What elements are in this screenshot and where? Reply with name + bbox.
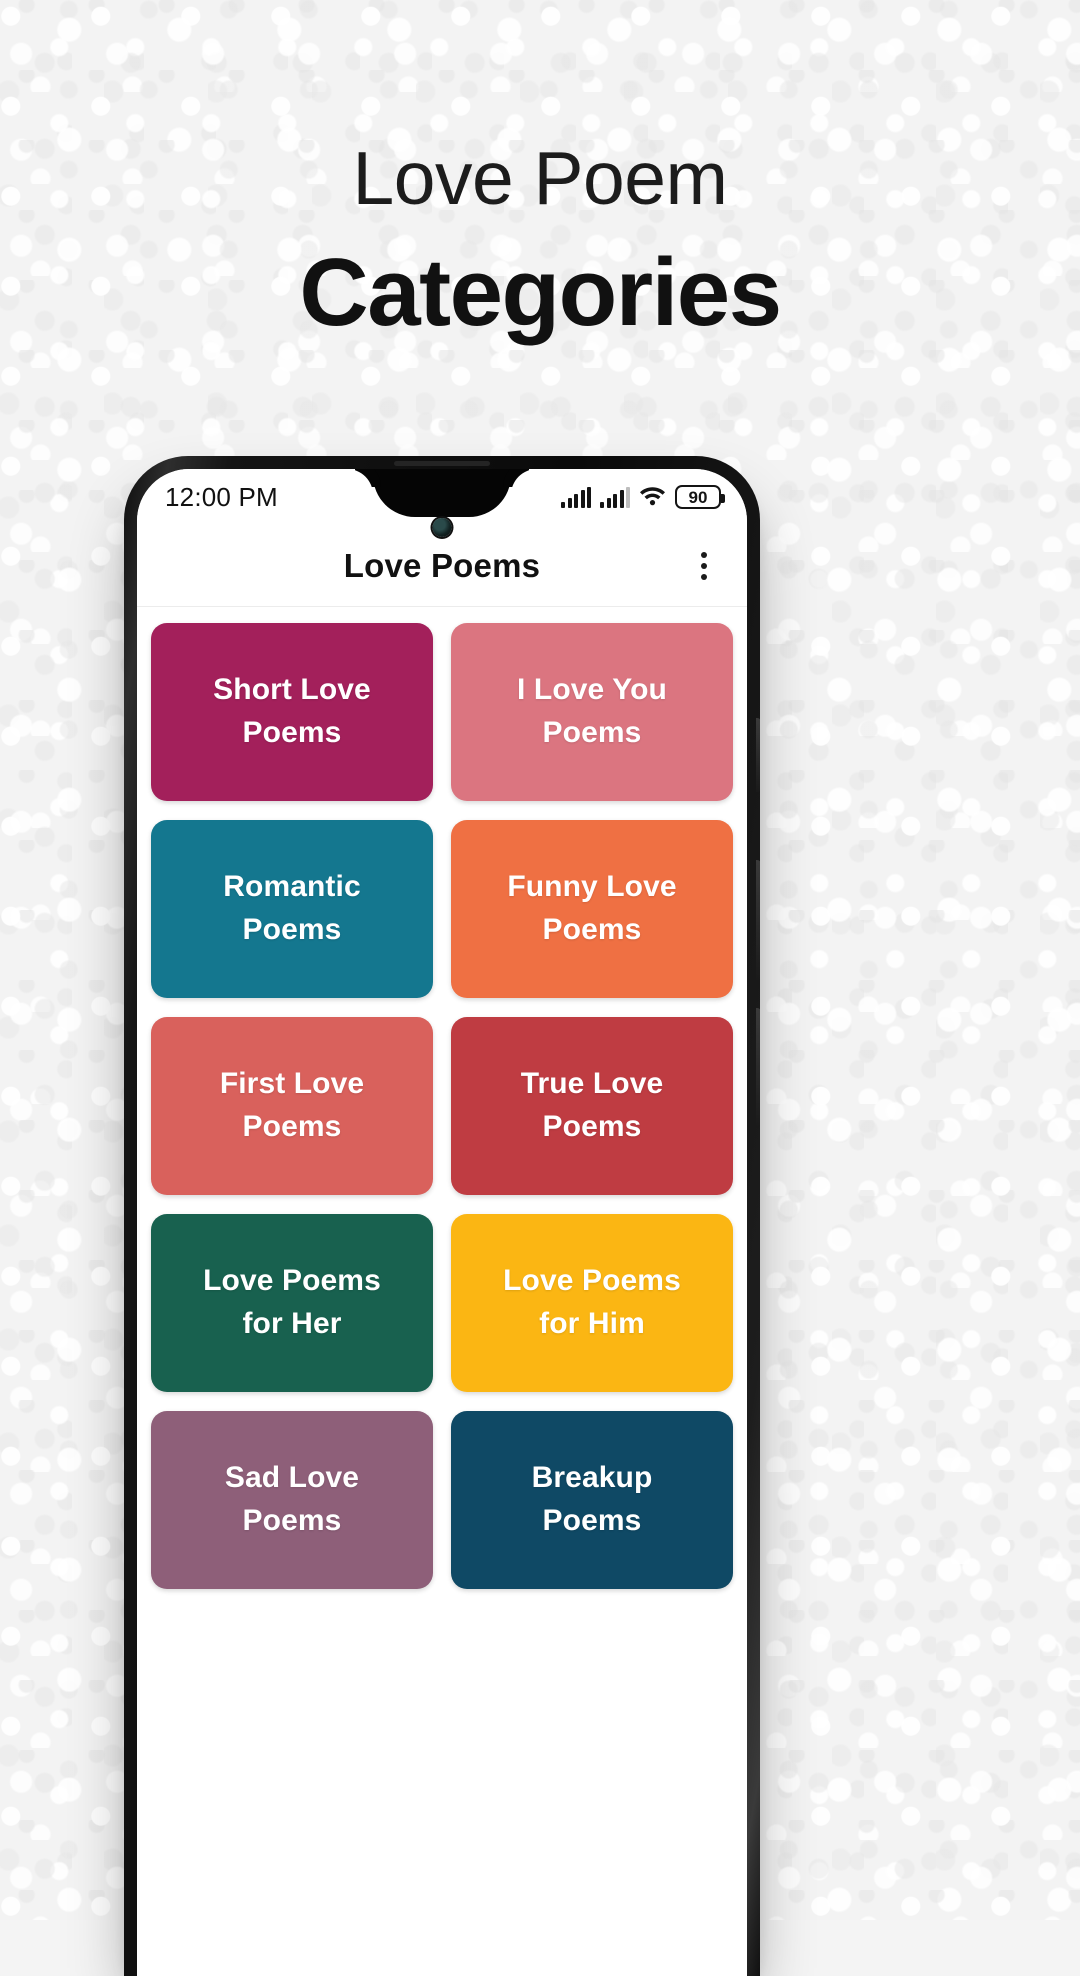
category-tile-label: Romantic Poems [223,870,361,946]
promo-title-line-2: Categories [299,239,782,346]
category-tile-label: Short Love Poems [213,673,371,749]
earpiece-speaker [394,461,490,466]
signal-bars-icon-2 [600,486,630,508]
wifi-icon [639,484,666,511]
category-tile-label: True Love Poems [520,1067,664,1143]
category-tile[interactable]: Funny Love Poems [451,820,733,998]
phone-frame: 12:00 PM 90 Love Poems Short Love Poems … [124,456,760,1976]
category-tile[interactable]: True Love Poems [451,1017,733,1195]
display-notch [373,469,511,517]
signal-bars-icon-1 [561,486,591,508]
front-camera-icon [432,518,452,537]
category-grid: Short Love Poems I Love You Poems Romantic Po… [137,607,747,1589]
page-title: Love Poems [343,546,541,584]
category-tile-label: Love Poems for Him [503,1264,681,1340]
category-tile[interactable]: Sad Love Poems [151,1411,433,1589]
category-tile[interactable]: Short Love Poems [151,623,433,801]
category-tile[interactable]: I Love You Poems [451,623,733,801]
status-bar-icons: 90 [561,484,725,511]
category-tile-label: Sad Love Poems [224,1461,360,1537]
status-bar-clock: 12:00 PM [165,481,278,512]
volume-down-button[interactable] [756,1008,760,1128]
battery-level-label: 90 [688,487,708,507]
volume-up-button[interactable] [756,860,760,980]
phone-mockup: 12:00 PM 90 Love Poems Short Love Poems … [124,456,760,1976]
category-tile-label: Love Poems for Her [203,1264,381,1340]
category-tile[interactable]: Love Poems for Her [151,1214,433,1392]
battery-icon: 90 [675,485,725,509]
overflow-menu-icon[interactable] [695,546,713,586]
category-tile[interactable]: Romantic Poems [151,820,433,998]
power-button[interactable] [756,718,760,792]
category-tile[interactable]: Breakup Poems [451,1411,733,1589]
category-tile-label: Funny Love Poems [507,870,677,946]
category-tile[interactable]: Love Poems for Him [451,1214,733,1392]
promo-title-line-1: Love Poem [352,136,728,220]
promo-header: Love Poem Categories [0,138,1080,353]
category-tile-label: First Love Poems [219,1067,365,1143]
category-tile[interactable]: First Love Poems [151,1017,433,1195]
phone-screen: 12:00 PM 90 Love Poems Short Love Poems … [137,469,747,1976]
app-bar: Love Poems [137,525,747,607]
category-tile-label: Breakup Poems [531,1461,653,1537]
category-tile-label: I Love You Poems [517,673,667,749]
